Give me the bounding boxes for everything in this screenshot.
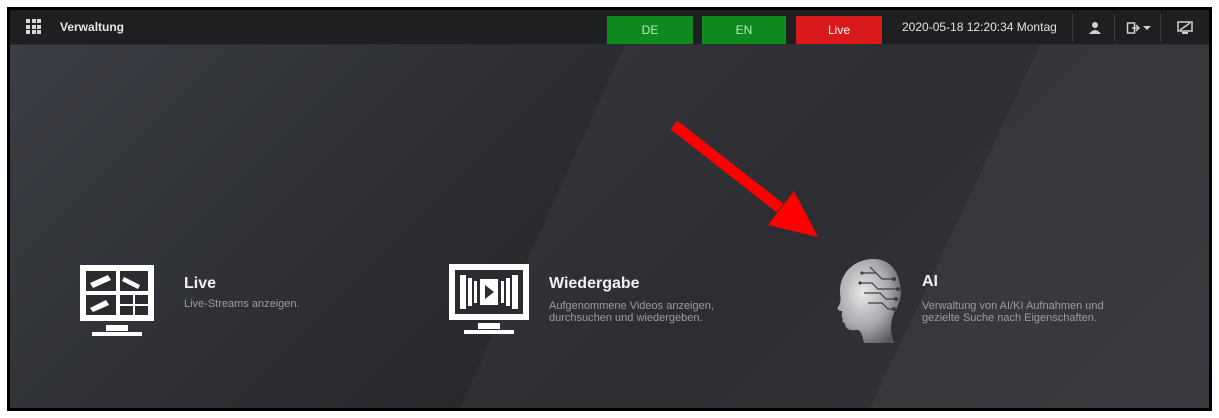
divider xyxy=(1114,14,1115,42)
live-monitor-icon xyxy=(80,265,154,336)
background-sheen xyxy=(870,45,1209,408)
tile-wiedergabe-desc: Aufgenommene Videos anzeigen, durchsuche… xyxy=(549,300,714,324)
divider xyxy=(1072,14,1073,42)
top-bar: Verwaltung DE EN Live 2020-05-18 12:20:3… xyxy=(10,10,1209,45)
tile-ai-title: AI xyxy=(922,273,938,290)
tile-live[interactable]: Live Live-Streams anzeigen. xyxy=(78,263,338,343)
tile-ai-desc: Verwaltung von AI/KI Aufnahmen und gezie… xyxy=(922,300,1104,324)
datetime-display: 2020-05-18 12:20:34 Montag xyxy=(902,20,1057,34)
monitor-icon[interactable] xyxy=(1174,17,1196,39)
lang-de-button[interactable]: DE xyxy=(607,16,693,44)
tile-ai[interactable]: AI Verwaltung von AI/KI Aufnahmen und ge… xyxy=(832,253,1172,353)
user-icon[interactable] xyxy=(1084,17,1106,39)
divider xyxy=(1160,14,1161,42)
ai-head-icon xyxy=(837,259,901,343)
tile-wiedergabe[interactable]: Wiedergabe Aufgenommene Videos anzeigen,… xyxy=(448,263,768,343)
tile-live-title: Live xyxy=(184,275,217,292)
chevron-down-icon[interactable] xyxy=(1141,17,1153,39)
grid-menu-icon[interactable] xyxy=(26,19,41,34)
page-title: Verwaltung xyxy=(60,20,125,34)
lang-en-button[interactable]: EN xyxy=(702,16,786,44)
tile-live-desc: Live-Streams anzeigen. xyxy=(184,298,300,310)
main-panel: Live Live-Streams anzeigen. Wiedergabe A… xyxy=(10,45,1209,408)
playback-monitor-icon xyxy=(449,264,529,334)
tile-wiedergabe-title: Wiedergabe xyxy=(549,275,640,292)
live-button[interactable]: Live xyxy=(796,16,882,44)
